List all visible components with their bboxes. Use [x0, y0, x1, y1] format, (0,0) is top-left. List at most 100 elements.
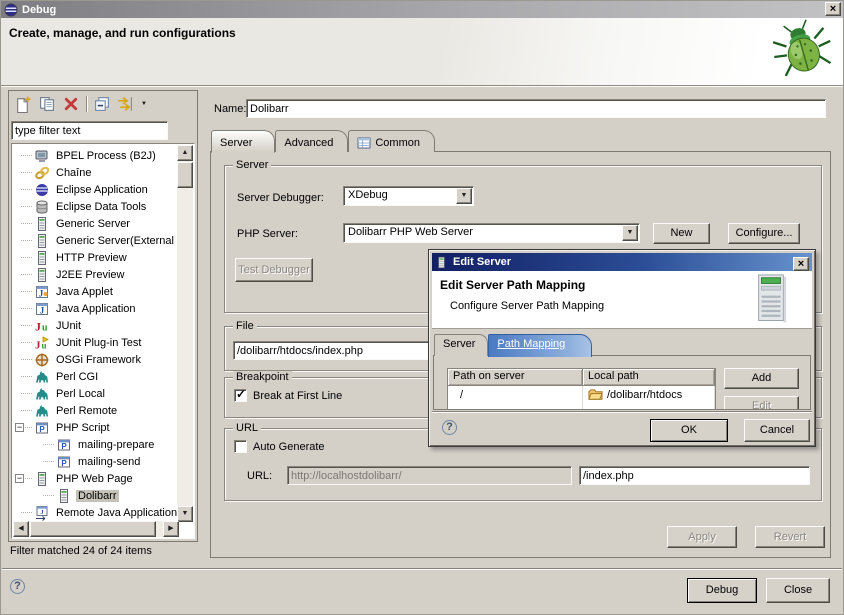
tab-advanced[interactable]: Advanced — [275, 130, 348, 152]
tree-item-mailing-prepare[interactable]: Pmailing-prepare — [13, 436, 178, 453]
tree-item-generic-server-external-la[interactable]: Generic Server(External La — [13, 232, 178, 249]
cancel-button[interactable]: Cancel — [744, 419, 810, 442]
scroll-up-icon[interactable]: ▲ — [177, 145, 193, 161]
tree-item-j2ee-preview[interactable]: J2EE Preview — [13, 266, 178, 283]
tab-label: Advanced — [284, 137, 333, 149]
php-script-icon: P — [34, 420, 50, 436]
scroll-left-icon[interactable]: ◀ — [13, 521, 29, 537]
php-script-icon: P — [56, 454, 72, 470]
dialog-close-button[interactable]: × — [793, 257, 809, 271]
tree-item-label: Dolibarr — [76, 490, 119, 502]
tree-item-label: Remote Java Application — [54, 507, 178, 519]
eclipse-app-icon — [34, 182, 50, 198]
server-tower-image — [752, 273, 790, 325]
tree-item-http-preview[interactable]: HTTP Preview — [13, 249, 178, 266]
add-mapping-button[interactable]: Add — [724, 368, 799, 389]
tree-item-dolibarr[interactable]: Dolibarr — [13, 487, 178, 504]
tree-item-junit-plug-in-test[interactable]: JuJUnit Plug-in Test — [13, 334, 178, 351]
tree-item-perl-remote[interactable]: Perl Remote — [13, 402, 178, 419]
window-title: Debug — [22, 4, 56, 16]
horizontal-scroll-thumb[interactable] — [30, 521, 156, 537]
tree-item-label: BPEL Process (B2J) — [54, 150, 158, 162]
tab-server[interactable]: Server — [211, 130, 275, 153]
tree-item-label: Perl CGI — [54, 371, 100, 383]
tree-collapse-icon[interactable]: − — [15, 423, 24, 432]
tree-item-label: OSGi Framework — [54, 354, 143, 366]
php-web-icon — [34, 471, 50, 487]
tree-item-cha-ne[interactable]: Chaîne — [13, 164, 178, 181]
tree-item-label: mailing-send — [76, 456, 142, 468]
tab-common[interactable]: Common — [348, 130, 435, 152]
vertical-scroll-thumb[interactable] — [177, 162, 193, 188]
toolbar-menu-arrow-icon[interactable]: ▼ — [141, 101, 147, 107]
tree-collapse-icon[interactable]: − — [15, 474, 24, 483]
tree-vertical-scrollbar[interactable]: ▲ ▼ — [177, 145, 193, 522]
name-input[interactable] — [246, 99, 826, 118]
configuration-tree: BPEL Process (B2J) ChaîneEclipse Applicat… — [11, 143, 195, 539]
tree-item-label: J2EE Preview — [54, 269, 126, 281]
dialog-help-icon[interactable]: ? — [442, 420, 457, 435]
tree-item-php-script[interactable]: − P PHP Script — [13, 419, 178, 436]
tree-item-label: Java Applet — [54, 286, 115, 298]
edit-server-dialog: Edit Server × Edit Server Path Mapping C… — [428, 249, 816, 447]
svg-text:J: J — [35, 339, 41, 351]
tree-item-label: PHP Script — [54, 422, 112, 434]
duplicate-configuration-icon[interactable] — [38, 95, 56, 113]
server-icon — [435, 256, 448, 269]
osgi-icon — [34, 352, 50, 368]
tree-item-mailing-send[interactable]: Pmailing-send — [13, 453, 178, 470]
dialog-button-bar: ? OK Cancel — [432, 411, 812, 444]
tree-item-bpel-process-b2j[interactable]: BPEL Process (B2J) — [13, 147, 178, 164]
column-header-local-path[interactable]: Local path — [583, 369, 715, 386]
tree-item-java-application[interactable]: JJava Application — [13, 300, 178, 317]
filter-launch-configurations-icon[interactable] — [116, 95, 134, 113]
tree-item-php-web-page[interactable]: − PHP Web Page — [13, 470, 178, 487]
window-close-button[interactable]: × — [825, 2, 841, 16]
perl-icon — [34, 369, 50, 385]
tree-item-label: Perl Local — [54, 388, 107, 400]
edit-mapping-button[interactable]: Edit — [724, 396, 799, 410]
scroll-down-icon[interactable]: ▼ — [177, 506, 193, 522]
delete-configuration-icon[interactable] — [62, 95, 80, 113]
generic-server-icon — [34, 233, 50, 249]
window-titlebar: Debug × — [1, 1, 843, 18]
tab-label: Common — [375, 137, 420, 149]
tree-horizontal-scrollbar[interactable]: ◀ ▶ — [13, 521, 179, 537]
dialog-tab-server[interactable]: Server — [434, 334, 488, 356]
scroll-right-icon[interactable]: ▶ — [163, 521, 179, 537]
table-row[interactable]: //dolibarr/htdocs — [448, 386, 715, 403]
column-header-path-on-server[interactable]: Path on server — [448, 369, 583, 386]
tree-item-osgi-framework[interactable]: OSGi Framework — [13, 351, 178, 368]
tree-item-eclipse-application[interactable]: Eclipse Application — [13, 181, 178, 198]
table-empty-row — [448, 403, 715, 410]
collapse-all-icon[interactable] — [93, 95, 111, 113]
remote-java-icon: J — [34, 505, 50, 521]
filter-input[interactable] — [11, 121, 168, 140]
perl-icon — [34, 403, 50, 419]
tree-item-label: PHP Web Page — [54, 473, 135, 485]
path-mapping-table: Path on serverLocal path//dolibarr/htdoc… — [447, 368, 716, 410]
debug-button[interactable]: Debug — [687, 578, 757, 603]
generic-server-icon — [34, 216, 50, 232]
filter-status-text: Filter matched 24 of 24 items — [10, 545, 152, 557]
tree-item-generic-server[interactable]: Generic Server — [13, 215, 178, 232]
tree-item-label: Generic Server(External La — [54, 235, 178, 247]
new-configuration-icon[interactable] — [14, 95, 32, 113]
help-icon[interactable]: ? — [10, 579, 25, 594]
svg-text:P: P — [61, 459, 67, 468]
ok-button[interactable]: OK — [650, 419, 728, 442]
eclipse-logo-icon — [4, 3, 18, 17]
tab-label: Server — [220, 137, 252, 149]
dialog-tabs: ServerPath Mapping — [434, 334, 592, 356]
tree-item-remote-java-application[interactable]: J Remote Java Application — [13, 504, 178, 521]
dialog-tab-path-mapping[interactable]: Path Mapping — [488, 334, 592, 357]
close-button[interactable]: Close — [766, 578, 830, 603]
tree-item-eclipse-data-tools[interactable]: Eclipse Data Tools — [13, 198, 178, 215]
junit-plugin-icon: Ju — [34, 335, 50, 351]
tree-item-perl-local[interactable]: Perl Local — [13, 385, 178, 402]
tree-item-perl-cgi[interactable]: Perl CGI — [13, 368, 178, 385]
tree-item-junit[interactable]: JuJUnit — [13, 317, 178, 334]
footer-separator — [2, 568, 842, 570]
svg-text:J: J — [39, 288, 44, 298]
tree-item-java-applet[interactable]: J Java Applet — [13, 283, 178, 300]
